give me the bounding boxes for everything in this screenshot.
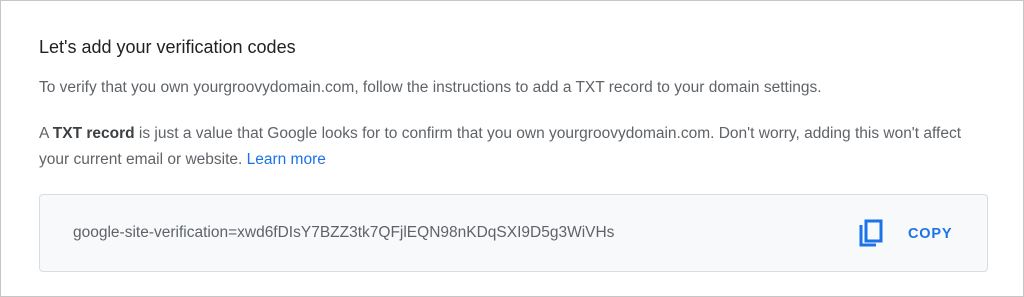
instructions-text: To verify that you own yourgroovydomain.… bbox=[39, 79, 822, 96]
explanation-body: is just a value that Google looks for to… bbox=[39, 125, 962, 168]
txt-record-explanation: A TXT record is just a value that Google… bbox=[39, 121, 989, 173]
txt-record-term: TXT record bbox=[52, 125, 135, 142]
page-title: Let's add your verification codes bbox=[39, 37, 296, 57]
explanation-prefix: A bbox=[39, 125, 53, 142]
verification-card: Let's add your verification codes To ver… bbox=[0, 0, 1024, 297]
copy-label: COPY bbox=[908, 226, 953, 242]
verification-code-box: google-site-verification=xwd6fDIsY7BZZ3t… bbox=[39, 194, 988, 272]
learn-more-link[interactable]: Learn more bbox=[247, 151, 326, 168]
copy-button[interactable]: COPY bbox=[846, 213, 964, 255]
copy-icon bbox=[858, 219, 884, 249]
verification-code: google-site-verification=xwd6fDIsY7BZZ3t… bbox=[73, 224, 615, 241]
